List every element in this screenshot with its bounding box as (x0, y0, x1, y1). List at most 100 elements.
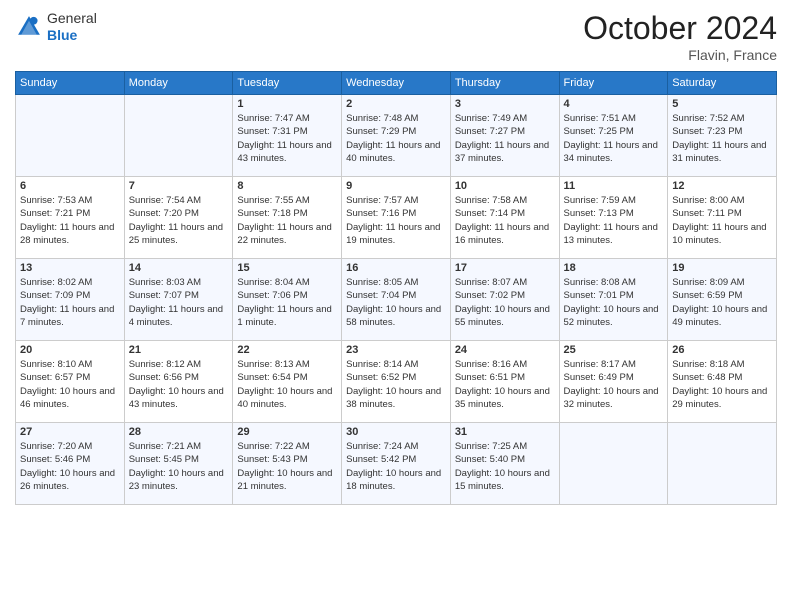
page-container: General Blue October 2024 Flavin, France… (0, 0, 792, 612)
weekday-row: SundayMondayTuesdayWednesdayThursdayFrid… (16, 72, 777, 95)
calendar-cell: 31 Sunrise: 7:25 AMSunset: 5:40 PMDayligh… (450, 423, 559, 505)
calendar-cell: 2 Sunrise: 7:48 AMSunset: 7:29 PMDaylight… (342, 95, 451, 177)
calendar-week-row: 6Sunrise: 7:53 AMSunset: 7:21 PMDaylight… (16, 177, 777, 259)
day-number: 27 (20, 426, 120, 438)
weekday-header: Wednesday (342, 72, 451, 95)
calendar-cell: 23Sunrise: 8:14 AMSunset: 6:52 PMDayligh… (342, 341, 451, 423)
day-info: Sunrise: 7:51 AMSunset: 7:25 PMDaylight:… (564, 112, 664, 165)
day-number: 30 (346, 426, 446, 438)
day-number: 21 (129, 344, 229, 356)
calendar-cell: 6Sunrise: 7:53 AMSunset: 7:21 PMDaylight… (16, 177, 125, 259)
weekday-header: Saturday (668, 72, 777, 95)
day-info: Sunrise: 8:14 AMSunset: 6:52 PMDaylight:… (346, 358, 446, 411)
calendar-cell (559, 423, 668, 505)
day-info: Sunrise: 7:53 AMSunset: 7:21 PMDaylight:… (20, 194, 120, 247)
day-info: Sunrise: 8:07 AMSunset: 7:02 PMDaylight:… (455, 276, 555, 329)
day-number: 2 (346, 98, 446, 110)
day-number: 16 (346, 262, 446, 274)
day-info: Sunrise: 7:54 AMSunset: 7:20 PMDaylight:… (129, 194, 229, 247)
day-number: 5 (672, 98, 772, 110)
calendar-cell: 18 Sunrise: 8:08 AMSunset: 7:01 PMDayligh… (559, 259, 668, 341)
calendar-cell: 11Sunrise: 7:59 AMSunset: 7:13 PMDayligh… (559, 177, 668, 259)
calendar-cell: 12 Sunrise: 8:00 AMSunset: 7:11 PMDayligh… (668, 177, 777, 259)
day-info: Sunrise: 8:18 AMSunset: 6:48 PMDaylight:… (672, 358, 772, 411)
calendar-cell: 30 Sunrise: 7:24 AMSunset: 5:42 PMDayligh… (342, 423, 451, 505)
calendar-header: SundayMondayTuesdayWednesdayThursdayFrid… (16, 72, 777, 95)
day-info: Sunrise: 8:16 AMSunset: 6:51 PMDaylight:… (455, 358, 555, 411)
calendar-week-row: 13Sunrise: 8:02 AMSunset: 7:09 PMDayligh… (16, 259, 777, 341)
day-info: Sunrise: 7:57 AMSunset: 7:16 PMDaylight:… (346, 194, 446, 247)
calendar-cell: 21 Sunrise: 8:12 AMSunset: 6:56 PMDayligh… (124, 341, 233, 423)
day-number: 13 (20, 262, 120, 274)
day-number: 28 (129, 426, 229, 438)
day-number: 22 (237, 344, 337, 356)
day-number: 17 (455, 262, 555, 274)
day-info: Sunrise: 7:47 AMSunset: 7:31 PMDaylight:… (237, 112, 337, 165)
day-number: 4 (564, 98, 664, 110)
day-number: 20 (20, 344, 120, 356)
weekday-header: Thursday (450, 72, 559, 95)
calendar-cell: 19 Sunrise: 8:09 AMSunset: 6:59 PMDayligh… (668, 259, 777, 341)
calendar-cell: 4 Sunrise: 7:51 AMSunset: 7:25 PMDaylight… (559, 95, 668, 177)
day-number: 18 (564, 262, 664, 274)
day-info: Sunrise: 8:05 AMSunset: 7:04 PMDaylight:… (346, 276, 446, 329)
day-number: 11 (564, 180, 664, 192)
day-info: Sunrise: 8:10 AMSunset: 6:57 PMDaylight:… (20, 358, 120, 411)
calendar-cell: 10 Sunrise: 7:58 AMSunset: 7:14 PMDayligh… (450, 177, 559, 259)
calendar-week-row: 1Sunrise: 7:47 AMSunset: 7:31 PMDaylight… (16, 95, 777, 177)
day-info: Sunrise: 7:48 AMSunset: 7:29 PMDaylight:… (346, 112, 446, 165)
calendar-cell (16, 95, 125, 177)
day-info: Sunrise: 8:09 AMSunset: 6:59 PMDaylight:… (672, 276, 772, 329)
calendar-cell: 24 Sunrise: 8:16 AMSunset: 6:51 PMDayligh… (450, 341, 559, 423)
logo-icon (15, 13, 43, 41)
day-info: Sunrise: 7:49 AMSunset: 7:27 PMDaylight:… (455, 112, 555, 165)
day-info: Sunrise: 7:22 AMSunset: 5:43 PMDaylight:… (237, 440, 337, 493)
calendar-cell: 22 Sunrise: 8:13 AMSunset: 6:54 PMDayligh… (233, 341, 342, 423)
day-info: Sunrise: 8:08 AMSunset: 7:01 PMDaylight:… (564, 276, 664, 329)
day-info: Sunrise: 8:17 AMSunset: 6:49 PMDaylight:… (564, 358, 664, 411)
logo: General Blue (15, 10, 97, 44)
weekday-header: Monday (124, 72, 233, 95)
day-info: Sunrise: 7:58 AMSunset: 7:14 PMDaylight:… (455, 194, 555, 247)
calendar-cell (668, 423, 777, 505)
day-number: 31 (455, 426, 555, 438)
day-number: 29 (237, 426, 337, 438)
day-number: 25 (564, 344, 664, 356)
calendar-cell: 1Sunrise: 7:47 AMSunset: 7:31 PMDaylight… (233, 95, 342, 177)
title-section: October 2024 Flavin, France (583, 10, 777, 63)
calendar-cell: 29 Sunrise: 7:22 AMSunset: 5:43 PMDayligh… (233, 423, 342, 505)
day-number: 14 (129, 262, 229, 274)
day-number: 15 (237, 262, 337, 274)
month-title: October 2024 (583, 10, 777, 47)
calendar-cell: 16 Sunrise: 8:05 AMSunset: 7:04 PMDayligh… (342, 259, 451, 341)
day-number: 12 (672, 180, 772, 192)
day-number: 24 (455, 344, 555, 356)
calendar-cell: 5 Sunrise: 7:52 AMSunset: 7:23 PMDaylight… (668, 95, 777, 177)
calendar-cell: 27 Sunrise: 7:20 AMSunset: 5:46 PMDayligh… (16, 423, 125, 505)
calendar-cell: 8Sunrise: 7:55 AMSunset: 7:18 PMDaylight… (233, 177, 342, 259)
logo-general: General (47, 10, 97, 27)
day-info: Sunrise: 7:20 AMSunset: 5:46 PMDaylight:… (20, 440, 120, 493)
calendar-cell: 14Sunrise: 8:03 AMSunset: 7:07 PMDayligh… (124, 259, 233, 341)
calendar-cell: 25 Sunrise: 8:17 AMSunset: 6:49 PMDayligh… (559, 341, 668, 423)
day-number: 19 (672, 262, 772, 274)
day-number: 10 (455, 180, 555, 192)
calendar-cell: 9Sunrise: 7:57 AMSunset: 7:16 PMDaylight… (342, 177, 451, 259)
day-info: Sunrise: 8:04 AMSunset: 7:06 PMDaylight:… (237, 276, 337, 329)
day-info: Sunrise: 7:24 AMSunset: 5:42 PMDaylight:… (346, 440, 446, 493)
day-info: Sunrise: 8:00 AMSunset: 7:11 PMDaylight:… (672, 194, 772, 247)
day-info: Sunrise: 7:52 AMSunset: 7:23 PMDaylight:… (672, 112, 772, 165)
weekday-header: Sunday (16, 72, 125, 95)
calendar-cell: 13Sunrise: 8:02 AMSunset: 7:09 PMDayligh… (16, 259, 125, 341)
day-info: Sunrise: 7:21 AMSunset: 5:45 PMDaylight:… (129, 440, 229, 493)
calendar: SundayMondayTuesdayWednesdayThursdayFrid… (15, 71, 777, 505)
day-info: Sunrise: 8:12 AMSunset: 6:56 PMDaylight:… (129, 358, 229, 411)
day-info: Sunrise: 7:25 AMSunset: 5:40 PMDaylight:… (455, 440, 555, 493)
calendar-cell: 3Sunrise: 7:49 AMSunset: 7:27 PMDaylight… (450, 95, 559, 177)
calendar-week-row: 20 Sunrise: 8:10 AMSunset: 6:57 PMDayligh… (16, 341, 777, 423)
calendar-cell (124, 95, 233, 177)
calendar-cell: 7Sunrise: 7:54 AMSunset: 7:20 PMDaylight… (124, 177, 233, 259)
calendar-week-row: 27 Sunrise: 7:20 AMSunset: 5:46 PMDayligh… (16, 423, 777, 505)
location: Flavin, France (583, 47, 777, 63)
day-info: Sunrise: 8:13 AMSunset: 6:54 PMDaylight:… (237, 358, 337, 411)
